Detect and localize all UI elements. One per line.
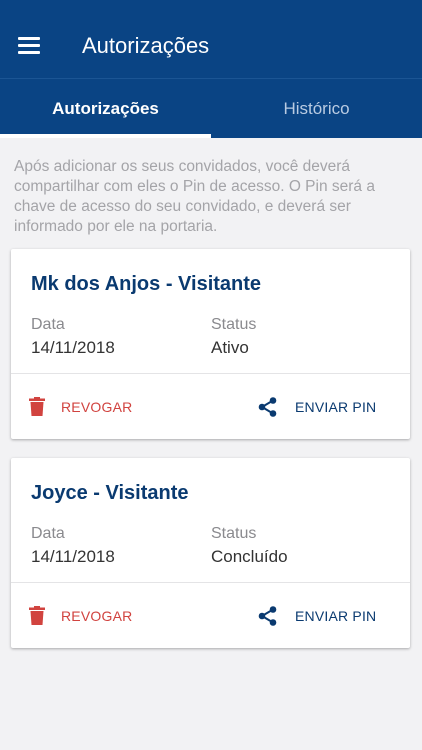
date-value: 14/11/2018 [31,547,115,566]
date-value: 14/11/2018 [31,338,115,357]
page-title: Autorizações [82,33,210,58]
active-tab-indicator [0,134,211,138]
card-title: Mk dos Anjos - Visitante [31,273,262,295]
authorization-card: Joyce - Visitante Data 14/11/2018 Status… [11,458,410,648]
card-title: Joyce - Visitante [31,482,189,504]
revoke-button[interactable]: REVOGAR [29,374,132,439]
revoke-label: REVOGAR [61,607,133,624]
share-icon [258,605,277,626]
revoke-label: REVOGAR [61,398,133,415]
send-pin-button[interactable]: ENVIAR PIN [258,374,376,439]
status-value: Ativo [211,338,249,357]
trash-icon [29,606,45,625]
hamburger-menu-icon[interactable] [18,37,40,54]
authorization-card: Mk dos Anjos - Visitante Data 14/11/2018… [11,249,410,439]
share-icon [258,396,277,417]
app-bar: Autorizações [0,0,422,78]
send-pin-label: ENVIAR PIN [295,398,377,415]
trash-icon [29,397,45,416]
revoke-button[interactable]: REVOGAR [29,583,132,648]
status-label: Status [211,316,257,333]
intro-text: Após adicionar os seus convidados, você … [14,158,375,235]
status-label: Status [211,525,257,542]
send-pin-button[interactable]: ENVIAR PIN [258,583,376,648]
send-pin-label: ENVIAR PIN [295,607,377,624]
date-label: Data [31,525,65,542]
tab-bar: Autorizações Histórico [0,78,422,138]
tab-autorizacoes[interactable]: Autorizações [0,79,211,139]
date-label: Data [31,316,65,333]
tab-historico[interactable]: Histórico [211,79,422,139]
status-value: Concluído [211,547,288,566]
